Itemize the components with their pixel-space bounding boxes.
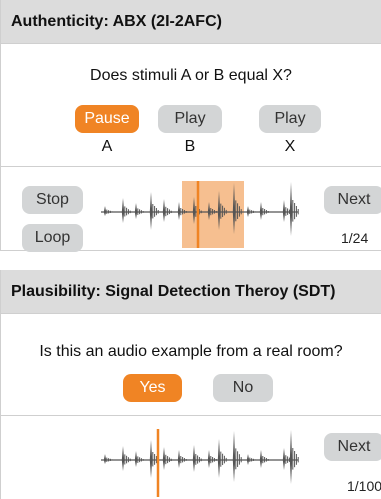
abx-waveform[interactable] (1, 0, 381, 251)
trial-counter: 1/24 (341, 230, 369, 246)
sdt-waveform[interactable] (1, 270, 381, 499)
next-button[interactable]: Next (324, 433, 381, 461)
sdt-panel: Plausibility: Signal Detection Theroy (S… (0, 270, 381, 499)
next-button[interactable]: Next (324, 186, 381, 214)
abx-panel: Authenticity: ABX (2I-2AFC) Does stimuli… (0, 0, 381, 252)
trial-counter: 1/100 (347, 478, 381, 494)
waveform-trace (101, 430, 299, 484)
